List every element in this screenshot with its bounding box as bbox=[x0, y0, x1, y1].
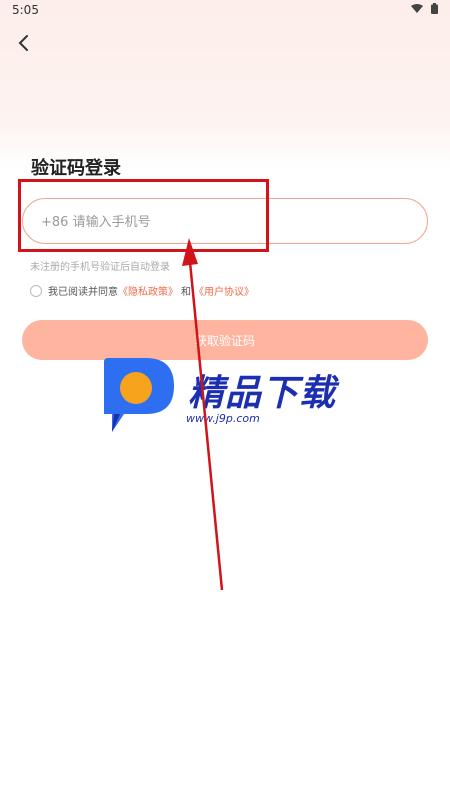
watermark-title: 精品下载 bbox=[188, 373, 337, 414]
agree-prefix-text: 我已阅读并同意 bbox=[48, 287, 118, 298]
watermark-logo-icon bbox=[104, 358, 174, 432]
user-agreement-link[interactable]: 《用户协议》 bbox=[194, 283, 254, 298]
watermark: 精品下载 www.j9p.com bbox=[100, 356, 360, 446]
header-background bbox=[0, 0, 450, 170]
page-title: 验证码登录 bbox=[31, 158, 121, 179]
auto-register-hint: 未注册的手机号验证后自动登录 bbox=[30, 262, 170, 273]
watermark-url: www.j9p.com bbox=[186, 412, 260, 425]
status-time: 5:05 bbox=[12, 3, 39, 17]
get-code-button[interactable]: 获取验证码 bbox=[22, 320, 428, 360]
wifi-icon bbox=[411, 3, 423, 13]
agreement-row: 我已阅读并同意 《隐私政策》 和 《用户协议》 bbox=[30, 283, 254, 298]
agree-checkbox[interactable] bbox=[30, 284, 42, 297]
back-arrow-icon[interactable] bbox=[14, 32, 36, 54]
privacy-policy-link[interactable]: 《隐私政策》 bbox=[118, 283, 178, 298]
status-bar: 5:05 bbox=[0, 0, 450, 22]
status-icons bbox=[411, 3, 438, 14]
and-text: 和 bbox=[181, 287, 191, 298]
annotation-highlight-box bbox=[18, 179, 269, 252]
battery-icon bbox=[431, 3, 438, 14]
